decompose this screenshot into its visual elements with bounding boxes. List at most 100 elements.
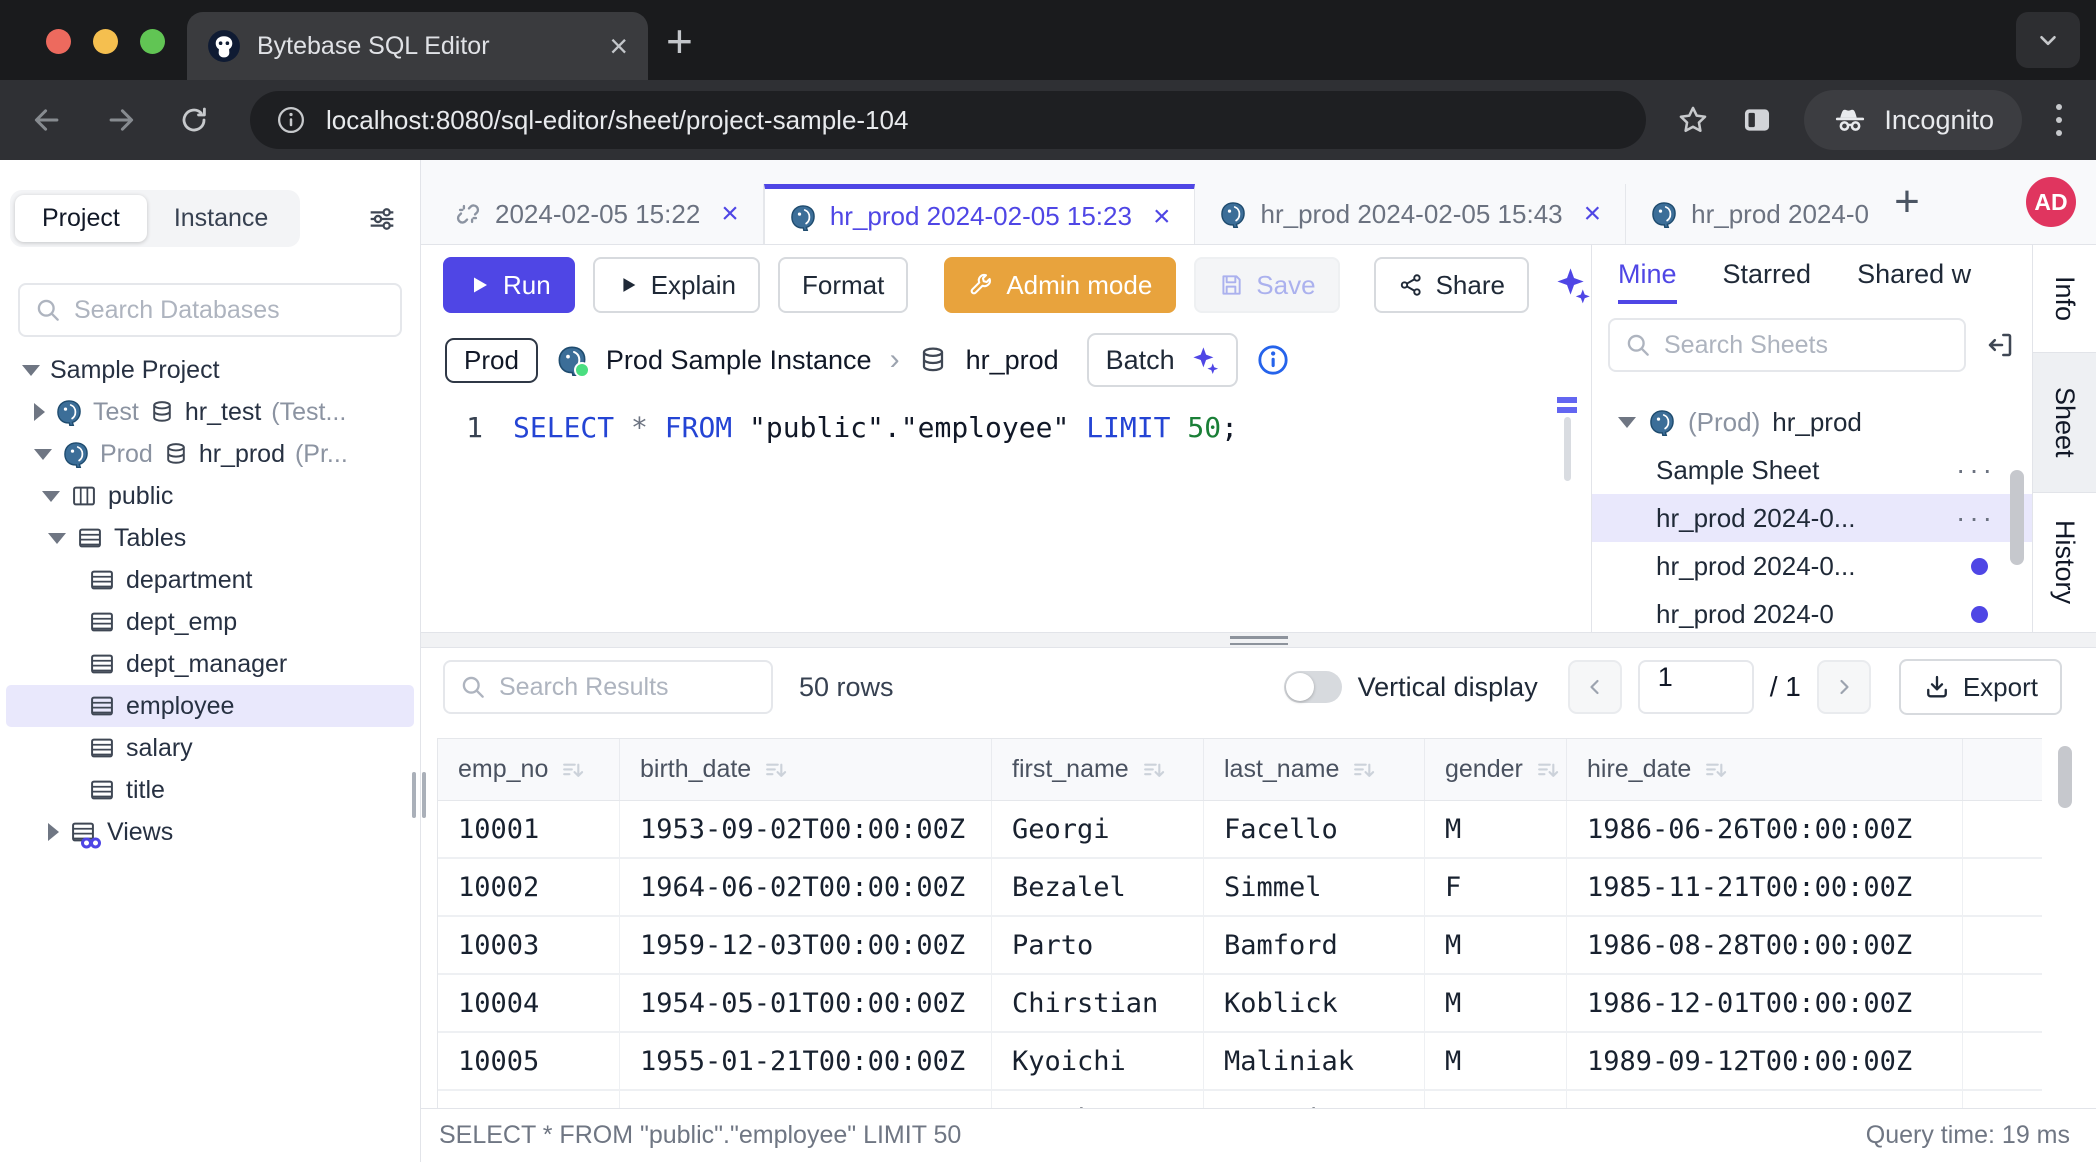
tree-item-department[interactable]: department — [6, 559, 414, 601]
cell[interactable]: Koblick — [1204, 975, 1425, 1031]
cell[interactable]: Preusig — [1204, 1091, 1425, 1108]
cell[interactable]: 1986-08-28T00:00:00Z — [1567, 917, 1963, 973]
sheet-item-unsaved-2[interactable]: hr_prod 2024-0 — [1592, 590, 2032, 632]
side-panel-icon[interactable] — [1740, 103, 1774, 137]
database-search-input[interactable] — [74, 296, 386, 325]
table-row[interactable]: 100011953-09-02T00:00:00ZGeorgiFacelloM1… — [438, 801, 2042, 859]
filter-sliders-icon[interactable] — [366, 203, 398, 235]
cell[interactable]: F — [1425, 859, 1567, 915]
chevron-down-icon[interactable] — [1618, 417, 1636, 428]
cell[interactable]: Parto — [992, 917, 1204, 973]
worksheet-tab-2-active[interactable]: hr_prod 2024-02-05 15:23 × — [764, 184, 1196, 244]
minimize-window-button[interactable] — [93, 29, 118, 54]
cell[interactable]: 1989-09-12T00:00:00Z — [1567, 1033, 1963, 1089]
sidebar-resize-handle[interactable] — [412, 772, 426, 818]
tab-shared[interactable]: Shared w — [1857, 259, 1971, 304]
explain-button[interactable]: Explain — [593, 257, 760, 313]
tab-mine[interactable]: Mine — [1618, 259, 1677, 304]
worksheet-tab-1[interactable]: 2024-02-05 15:22 × — [430, 184, 764, 244]
chevron-down-icon[interactable] — [42, 491, 60, 502]
tab-project[interactable]: Project — [15, 195, 147, 242]
page-number-field[interactable] — [1638, 660, 1754, 714]
close-tab-icon[interactable]: × — [609, 30, 628, 62]
sort-icon[interactable] — [763, 757, 789, 783]
more-actions-icon[interactable]: ··· — [1956, 454, 1996, 486]
cell[interactable]: 10006 — [438, 1091, 620, 1108]
collapse-panel-icon[interactable] — [1984, 329, 2016, 361]
cell[interactable]: 10001 — [438, 801, 620, 857]
vertical-display-toggle[interactable] — [1284, 671, 1342, 703]
column-header-last-name[interactable]: last_name — [1204, 739, 1425, 800]
reload-icon[interactable] — [178, 104, 210, 136]
tree-item-salary[interactable]: salary — [6, 727, 414, 769]
maximize-window-button[interactable] — [140, 29, 165, 54]
cell[interactable]: 1964-06-02T00:00:00Z — [620, 859, 992, 915]
column-header-emp-no[interactable]: emp_no — [438, 739, 620, 800]
export-button[interactable]: Export — [1899, 659, 2062, 715]
tree-item-sample-project[interactable]: Sample Project — [6, 349, 414, 391]
table-row[interactable]: 100051955-01-21T00:00:00ZKyoichiMaliniak… — [438, 1033, 2042, 1091]
tree-item-employee[interactable]: employee — [6, 685, 414, 727]
admin-mode-button[interactable]: Admin mode — [944, 257, 1176, 313]
cell[interactable]: Simmel — [1204, 859, 1425, 915]
tree-item-title[interactable]: title — [6, 769, 414, 811]
new-worksheet-button[interactable]: + — [1878, 177, 1936, 227]
more-actions-icon[interactable]: ··· — [1956, 502, 1996, 534]
chevron-down-icon[interactable] — [34, 449, 52, 460]
sort-icon[interactable] — [1535, 757, 1561, 783]
tab-starred[interactable]: Starred — [1723, 259, 1812, 304]
database-search[interactable] — [18, 283, 402, 337]
prev-page-button[interactable] — [1568, 660, 1622, 714]
sheet-scrollbar[interactable] — [2010, 470, 2024, 565]
chevron-down-icon[interactable] — [48, 533, 66, 544]
panel-resize-divider[interactable] — [421, 632, 2096, 648]
tree-item-tables[interactable]: Tables — [6, 517, 414, 559]
cell[interactable]: 1986-12-01T00:00:00Z — [1567, 975, 1963, 1031]
cell[interactable]: M — [1425, 917, 1567, 973]
cell[interactable]: 10002 — [438, 859, 620, 915]
cell[interactable]: 10005 — [438, 1033, 620, 1089]
database-name[interactable]: hr_prod — [966, 345, 1059, 376]
cell[interactable]: 1954-05-01T00:00:00Z — [620, 975, 992, 1031]
cell[interactable]: Georgi — [992, 801, 1204, 857]
results-search-input[interactable] — [499, 673, 757, 702]
back-icon[interactable] — [30, 103, 64, 137]
sheet-search[interactable] — [1608, 318, 1966, 372]
tree-item-views[interactable]: Views — [6, 811, 414, 853]
sheet-item-sample-sheet[interactable]: Sample Sheet ··· — [1592, 446, 2032, 494]
cell[interactable]: 1953-04-20T00:00:00Z — [620, 1091, 992, 1108]
cell[interactable]: Facello — [1204, 801, 1425, 857]
format-button[interactable]: Format — [778, 257, 908, 313]
browser-menu-icon[interactable] — [2052, 100, 2066, 140]
tab-search-chevron-button[interactable] — [2016, 12, 2080, 68]
sort-icon[interactable] — [560, 757, 586, 783]
results-scrollbar[interactable] — [2058, 746, 2072, 808]
user-avatar[interactable]: AD — [2026, 177, 2076, 227]
sheet-search-input[interactable] — [1664, 331, 1950, 360]
cell[interactable]: Kyoichi — [992, 1033, 1204, 1089]
tree-item-public-schema[interactable]: public — [6, 475, 414, 517]
tree-item-hr-prod[interactable]: Prod hr_prod (Pr... — [6, 433, 414, 475]
sheet-group-hr-prod[interactable]: (Prod) hr_prod — [1592, 398, 2032, 446]
ai-sparkles-icon[interactable] — [1549, 264, 1591, 306]
cell[interactable]: Bamford — [1204, 917, 1425, 973]
address-bar[interactable]: localhost:8080/sql-editor/sheet/project-… — [250, 91, 1646, 149]
cell[interactable]: M — [1425, 801, 1567, 857]
connection-info-icon[interactable] — [1256, 343, 1290, 377]
cell[interactable]: M — [1425, 975, 1567, 1031]
worksheet-tab-4[interactable]: hr_prod 2024-0 — [1626, 184, 1878, 244]
run-button[interactable]: Run — [443, 257, 575, 313]
page-number-input[interactable] — [1640, 662, 1752, 693]
tab-history[interactable]: History — [2033, 493, 2096, 631]
table-row-partial[interactable]: 100061953-04-20T00:00:00ZAnnekePreusigF1… — [438, 1091, 2042, 1108]
instance-name[interactable]: Prod Sample Instance — [606, 345, 872, 376]
cell[interactable]: Chirstian — [992, 975, 1204, 1031]
sheet-item-unsaved-1[interactable]: hr_prod 2024-0... — [1592, 542, 2032, 590]
cell[interactable]: Anneke — [992, 1091, 1204, 1108]
tab-instance[interactable]: Instance — [147, 195, 296, 242]
close-icon[interactable]: × — [721, 197, 739, 231]
results-search[interactable] — [443, 660, 773, 714]
tree-item-dept-emp[interactable]: dept_emp — [6, 601, 414, 643]
chevron-right-icon[interactable] — [34, 403, 45, 421]
batch-button[interactable]: Batch — [1087, 333, 1238, 387]
